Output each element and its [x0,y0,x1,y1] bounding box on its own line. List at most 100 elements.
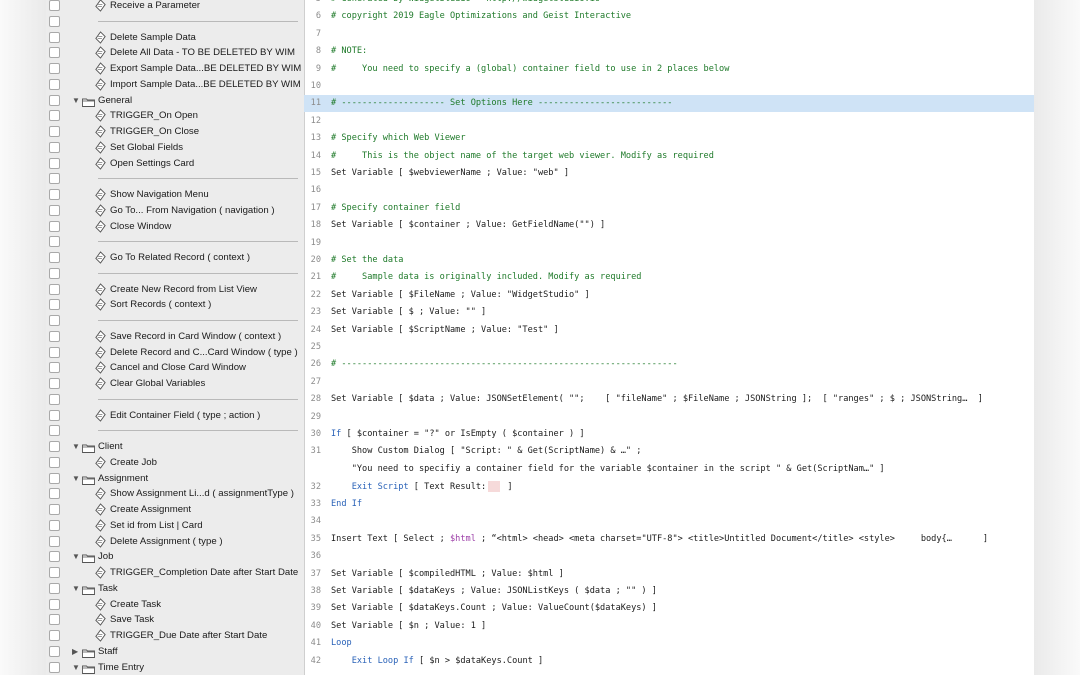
script-line[interactable]: 35 Insert Text [ Select ; $html ; “<html>… [304,531,1034,548]
script-line[interactable]: 40 Set Variable [ $n ; Value: 1 ] [304,618,1034,635]
script-line[interactable]: 19 [304,235,1034,252]
script-label: Cancel and Close Card Window [110,362,246,374]
disclosure-open-icon[interactable]: ▼ [72,581,82,597]
script-icon [94,0,108,13]
script-line[interactable]: 15 Set Variable [ $webviewerName ; Value:… [304,165,1034,182]
script-line[interactable]: 24 Set Variable [ $ScriptName ; Value: "T… [304,322,1034,339]
script-line[interactable]: 21 # Sample data is originally included. … [304,269,1034,286]
script-folder[interactable]: ▶ Staff [46,644,304,660]
script-line[interactable]: 39 Set Variable [ $dataKeys.Count ; Value… [304,600,1034,617]
script-item[interactable]: Create New Record from List View [46,282,304,298]
row-checkbox[interactable] [49,236,60,248]
script-line[interactable]: 18 Set Variable [ $container ; Value: Get… [304,217,1034,234]
script-icon [94,62,108,76]
script-line[interactable]: 25 [304,339,1034,356]
script-item[interactable]: Set id from List | Card [46,518,304,534]
script-step-text: # Specify which Web Viewer [331,133,466,144]
script-folder[interactable]: ▼ Client [46,439,304,455]
script-editor[interactable]: 5 # Generated by WidgetStudio - http://wi… [304,0,1034,675]
script-folder[interactable]: ▼ Job [46,549,304,565]
script-folder[interactable]: ▼ Time Entry [46,660,304,675]
script-folder[interactable]: ▼ Assignment [46,471,304,487]
script-line[interactable]: 30 If [ $container = "?" or IsEmpty ( $co… [304,426,1034,443]
row-checkbox[interactable] [49,393,60,405]
script-line[interactable]: 12 [304,113,1034,130]
row-checkbox[interactable] [49,267,60,279]
script-item[interactable]: Delete Sample Data [46,30,304,46]
script-line[interactable]: 28 Set Variable [ $data ; Value: JSONSetE… [304,391,1034,408]
script-item[interactable]: Edit Container Field ( type ; action ) [46,408,304,424]
script-item[interactable]: Delete Record and C...Card Window ( type… [46,345,304,361]
script-item[interactable]: Import Sample Data...BE DELETED BY WIM [46,77,304,93]
script-line[interactable]: 7 [304,26,1034,43]
script-item[interactable]: Sort Records ( context ) [46,297,304,313]
row-checkbox[interactable] [49,315,60,326]
script-line[interactable]: 22 Set Variable [ $FileName ; Value: "Wid… [304,287,1034,304]
script-item[interactable]: Go To Related Record ( context ) [46,250,304,266]
script-icon [94,329,108,344]
script-line[interactable]: 17 # Specify container field [304,200,1034,217]
script-item[interactable]: TRIGGER_Due Date after Start Date [46,628,304,644]
disclosure-open-icon[interactable]: ▼ [72,439,82,455]
script-step-text: # --------------------------------------… [331,359,678,370]
script-item[interactable]: Show Navigation Menu [46,187,304,203]
script-item[interactable]: Open Settings Card [46,156,304,172]
script-line[interactable]: 14 # This is the object name of the targe… [304,148,1034,165]
script-line[interactable]: 10 [304,78,1034,95]
script-line[interactable]: 41 Loop [304,635,1034,652]
script-icon [94,518,108,533]
script-item[interactable]: TRIGGER_Completion Date after Start Date [46,565,304,581]
script-item[interactable]: Delete All Data - TO BE DELETED BY WIM [46,45,304,61]
script-item[interactable]: Delete Assignment ( type ) [46,534,304,550]
script-line[interactable]: 36 [304,548,1034,565]
script-item[interactable]: Clear Global Variables [46,376,304,392]
row-checkbox[interactable] [49,425,60,437]
script-item[interactable]: TRIGGER_On Open [46,108,304,124]
script-item[interactable]: Cancel and Close Card Window [46,360,304,376]
script-item[interactable]: Create Assignment [46,502,304,518]
script-item[interactable]: Set Global Fields [46,140,304,156]
disclosure-open-icon[interactable]: ▼ [72,471,82,487]
script-line[interactable]: 31 Show Custom Dialog [ "Script: " & Get… [304,443,1034,460]
script-line[interactable]: 23 Set Variable [ $ ; Value: "" ] [304,304,1034,321]
script-line[interactable]: 5 # Generated by WidgetStudio - http://wi… [304,0,1034,8]
disclosure-closed-icon[interactable]: ▶ [72,644,82,660]
script-item[interactable]: Receive a Parameter [46,0,304,14]
script-line[interactable]: 42 Exit Loop If [ $n > $dataKeys.Count ] [304,653,1034,670]
script-line[interactable]: 16 [304,182,1034,199]
script-folder[interactable]: ▼ General [46,93,304,109]
script-line[interactable]: 32 Exit Script [ Text Result: ] [304,479,1034,496]
script-line[interactable]: 8 # NOTE: [304,43,1034,60]
line-number: 21 [310,272,321,283]
script-line[interactable]: 11 # -------------------- Set Options Her… [304,95,1034,113]
row-checkbox[interactable] [49,15,60,27]
row-checkbox[interactable] [49,173,60,185]
script-line[interactable]: 20 # Set the data [304,252,1034,269]
script-line[interactable]: 9 # You need to specify a (global) contai… [304,61,1034,78]
script-line[interactable]: 6 # copyright 2019 Eagle Optimizations an… [304,8,1034,25]
script-line[interactable]: 33 End If [304,496,1034,513]
script-item[interactable]: Save Task [46,612,304,628]
script-item[interactable]: Save Record in Card Window ( context ) [46,329,304,345]
script-line[interactable]: 37 Set Variable [ $compiledHTML ; Value: … [304,566,1034,583]
script-line[interactable]: 13 # Specify which Web Viewer [304,130,1034,147]
script-line[interactable]: 27 [304,374,1034,391]
script-line[interactable]: 38 Set Variable [ $dataKeys ; Value: JSON… [304,583,1034,600]
script-item[interactable]: TRIGGER_On Close [46,124,304,140]
script-item[interactable]: Create Job [46,455,304,471]
script-line[interactable]: 26 # ------------------------------------… [304,356,1034,373]
folder-icon [82,664,95,674]
script-line[interactable]: 34 [304,513,1034,530]
disclosure-open-icon[interactable]: ▼ [72,660,82,675]
script-item[interactable]: Show Assignment Li...d ( assignmentType … [46,486,304,502]
script-line[interactable]: "You need to specifiy a container field … [304,461,1034,478]
script-item[interactable]: Export Sample Data...BE DELETED BY WIM [46,61,304,77]
script-folder[interactable]: ▼ Task [46,581,304,597]
disclosure-open-icon[interactable]: ▼ [72,93,82,109]
script-line[interactable]: 29 [304,409,1034,426]
script-item[interactable]: Create Task [46,597,304,613]
script-item[interactable]: Close Window [46,219,304,235]
script-item[interactable]: Go To... From Navigation ( navigation ) [46,203,304,219]
calc-placeholder[interactable] [488,480,501,492]
disclosure-open-icon[interactable]: ▼ [72,549,82,565]
